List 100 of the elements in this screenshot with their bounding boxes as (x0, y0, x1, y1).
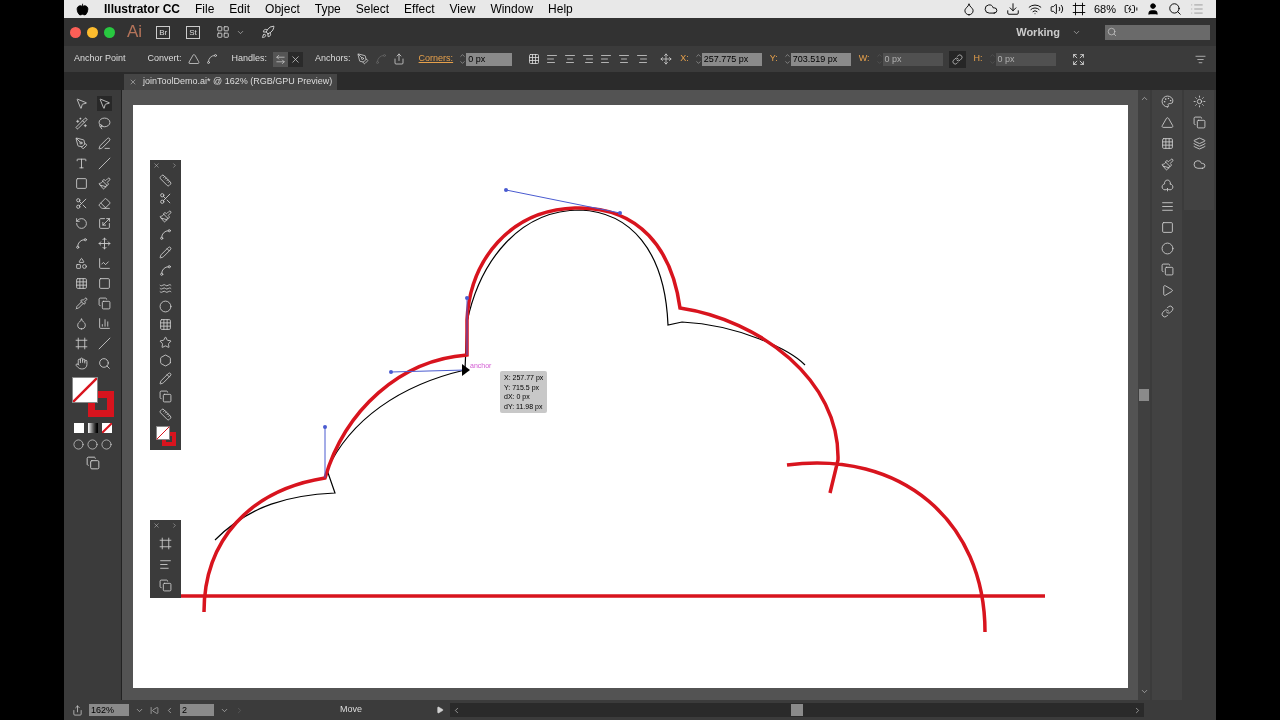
arrow-icon[interactable] (74, 97, 88, 110)
curve-icon[interactable] (159, 228, 172, 241)
menu-item[interactable]: File (195, 0, 215, 18)
color-mode-button[interactable] (73, 423, 84, 433)
scissors-icon[interactable] (159, 192, 172, 205)
scale-icon[interactable] (97, 217, 111, 230)
scroll-thumb[interactable] (1139, 389, 1149, 401)
volume-icon[interactable] (1049, 2, 1064, 16)
menu-item[interactable]: Help (548, 0, 573, 18)
step-down-icon[interactable] (694, 59, 702, 66)
apple-icon[interactable] (76, 2, 89, 16)
rocket-icon[interactable] (260, 25, 275, 39)
rectangle-icon[interactable] (74, 177, 88, 190)
scroll-thumb[interactable] (791, 704, 803, 716)
copy-icon[interactable] (1160, 263, 1174, 276)
line-icon[interactable] (97, 157, 111, 170)
palette-icon[interactable] (1160, 95, 1174, 108)
copy-icon[interactable] (1192, 116, 1206, 129)
arrange-icon[interactable] (215, 25, 230, 39)
share-icon[interactable] (72, 704, 83, 716)
droplet-icon[interactable] (74, 317, 88, 330)
workspace-switcher[interactable]: Working (1016, 23, 1060, 41)
hand-icon[interactable] (74, 357, 88, 370)
constrain-link-icon[interactable] (951, 53, 963, 65)
cloud-icon[interactable] (983, 2, 998, 16)
rotate-icon[interactable] (74, 217, 88, 230)
menu-item[interactable]: Select (355, 0, 390, 18)
collapse-icon[interactable] (171, 162, 178, 169)
magic-wand-icon[interactable] (74, 117, 88, 130)
previous-artboard-icon[interactable] (165, 705, 174, 715)
ruler-icon[interactable] (159, 174, 172, 187)
align-left-icon[interactable] (546, 53, 559, 65)
pen-icon[interactable] (74, 137, 88, 150)
artboard-field[interactable]: 2 (180, 704, 214, 716)
scroll-down-icon[interactable] (1139, 687, 1149, 696)
scroll-up-icon[interactable] (1139, 94, 1149, 103)
transform-icon[interactable] (528, 53, 541, 65)
align-top-icon[interactable] (600, 53, 613, 65)
eraser-icon[interactable] (97, 197, 111, 210)
step-down-icon[interactable] (459, 59, 467, 66)
menu-item[interactable]: View (449, 0, 476, 18)
circle-icon[interactable] (1160, 242, 1174, 255)
app-menu[interactable]: Illustrator CC (104, 0, 180, 18)
coordinate-field[interactable]: 257.775 px (701, 52, 762, 66)
frame-icon[interactable] (74, 337, 88, 350)
fill-stroke-icon[interactable] (155, 426, 176, 446)
scissors-icon[interactable] (74, 197, 88, 210)
handles-icon[interactable] (275, 53, 287, 65)
align-middle-icon[interactable] (618, 53, 631, 65)
arc-icon[interactable] (159, 264, 172, 277)
user-icon[interactable] (1146, 2, 1160, 16)
coordinate-field[interactable]: 703.519 px (790, 52, 851, 66)
vertical-scrollbar[interactable] (1138, 90, 1150, 700)
step-down-icon[interactable] (783, 59, 791, 66)
curve-icon[interactable] (74, 237, 88, 250)
pen-icon[interactable] (356, 53, 369, 65)
triangle-icon[interactable] (1160, 116, 1174, 129)
paintbrush-icon[interactable] (97, 177, 111, 190)
shapes-icon[interactable] (74, 257, 88, 270)
scroll-left-icon[interactable] (452, 705, 461, 715)
zoom-field[interactable]: 162% (89, 704, 129, 716)
pen-line-icon[interactable] (97, 137, 111, 150)
bar-chart-icon[interactable] (97, 317, 111, 330)
corners-field[interactable]: 0 px (466, 52, 513, 66)
pencil-icon[interactable] (159, 246, 172, 259)
gradient-mode-button[interactable] (87, 423, 98, 433)
close-icon[interactable] (153, 522, 160, 529)
pencil-icon[interactable] (159, 372, 172, 385)
sun-icon[interactable] (1192, 95, 1206, 108)
align-center-icon[interactable] (564, 53, 577, 65)
star-icon[interactable] (159, 336, 172, 349)
scroll-right-icon[interactable] (1133, 705, 1142, 715)
copy-icon[interactable] (159, 390, 172, 403)
close-icon[interactable] (129, 78, 137, 86)
horizontal-scrollbar[interactable] (450, 703, 1144, 717)
search-icon[interactable] (97, 357, 111, 370)
paintbrush-icon[interactable] (1160, 158, 1174, 171)
app-switch-button[interactable]: St (186, 25, 200, 39)
paintbrush-icon[interactable] (159, 210, 172, 223)
search-field[interactable] (1105, 24, 1210, 40)
corner-icon[interactable] (187, 53, 200, 65)
align-icon[interactable] (159, 558, 172, 571)
panel-menu-icon[interactable] (1195, 53, 1206, 65)
play-icon[interactable] (1160, 284, 1174, 297)
menu-item[interactable]: Object (265, 0, 300, 18)
grid-icon[interactable] (74, 277, 88, 290)
ruler-icon[interactable] (159, 408, 172, 421)
battery-icon[interactable] (1124, 2, 1138, 16)
type-icon[interactable] (74, 157, 88, 170)
smooth-icon[interactable] (205, 53, 218, 65)
copy-icon[interactable] (97, 297, 111, 310)
step-up-icon[interactable] (694, 52, 702, 59)
menu-item[interactable]: Effect (404, 0, 435, 18)
first-artboard-icon[interactable] (150, 705, 159, 715)
circle-icon[interactable] (159, 300, 172, 313)
hide-handles-icon[interactable] (290, 53, 302, 65)
eyedropper-icon[interactable] (74, 297, 88, 310)
align-bottom-icon[interactable] (636, 53, 649, 65)
search-icon[interactable] (1168, 2, 1182, 16)
square-icon[interactable] (1160, 221, 1174, 234)
